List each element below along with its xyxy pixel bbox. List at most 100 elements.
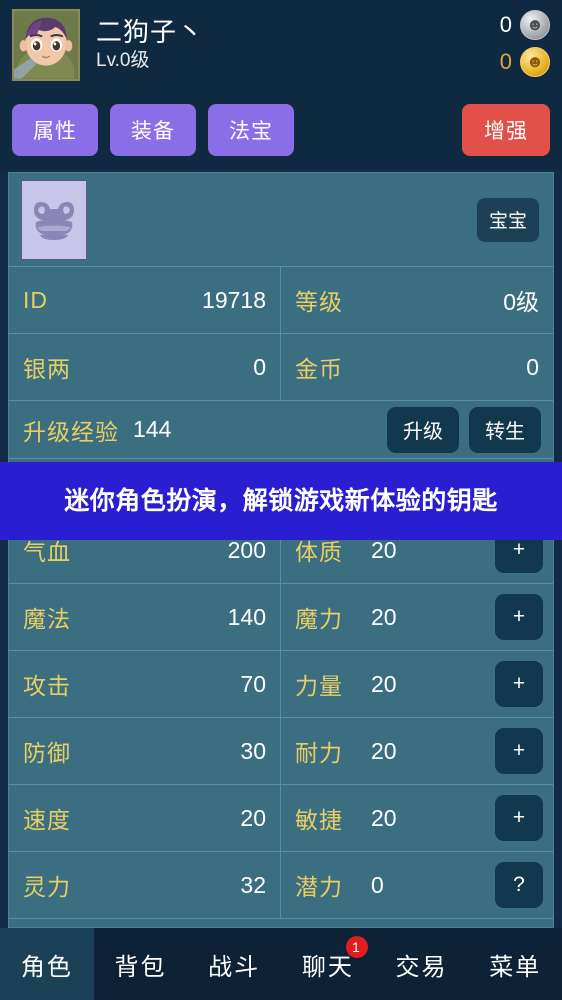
value-attack: 70 (240, 670, 266, 697)
table-row: 银两 0 金币 0 (9, 334, 553, 401)
nav-bag-label: 背包 (114, 953, 167, 981)
baby-button[interactable]: 宝宝 (477, 197, 539, 242)
value-spirit: 32 (240, 871, 266, 898)
enhance-button[interactable]: 增强 (462, 104, 550, 156)
nav-battle[interactable]: 战斗 (187, 928, 281, 1000)
tab-treasure[interactable]: 法宝 (208, 104, 294, 156)
cell-endurance: 耐力 20 + (281, 718, 553, 784)
value-hp: 200 (227, 536, 266, 563)
potential-help-button[interactable]: ? (495, 862, 543, 908)
table-row: 魔法 140 魔力 20 + (9, 584, 553, 651)
label-upgrade-exp: 升级经验 (23, 418, 119, 445)
table-row: ID 19718 等级 0级 (9, 267, 553, 334)
value-constitution: 20 (371, 536, 397, 563)
cell-silver: 银两 0 (9, 334, 281, 400)
currency-panel: 0 ☻ 0 ☻ (496, 8, 550, 78)
value-magic: 20 (371, 603, 397, 630)
label-potential: 潜力 (295, 874, 343, 900)
add-magic-button[interactable]: + (495, 594, 543, 640)
cell-strength: 力量 20 + (281, 651, 553, 717)
label-silver: 银两 (23, 356, 71, 382)
label-endurance: 耐力 (295, 740, 343, 766)
value-gold: 0 (526, 353, 539, 380)
cell-spirit: 灵力 32 (9, 852, 281, 918)
ad-banner-text: 迷你角色扮演，解锁游戏新体验的钥匙 (64, 486, 498, 515)
top-tab-bar: 属性 装备 法宝 增强 (0, 90, 562, 170)
nav-trade[interactable]: 交易 (375, 928, 469, 1000)
tab-equipment[interactable]: 装备 (110, 104, 196, 156)
nav-menu-label: 菜单 (489, 953, 542, 981)
add-endurance-button[interactable]: + (495, 728, 543, 774)
value-silver: 0 (253, 353, 266, 380)
silver-currency[interactable]: 0 ☻ (496, 8, 550, 41)
value-id: 19718 (202, 286, 266, 313)
label-defense: 防御 (23, 740, 71, 766)
nav-battle-label: 战斗 (208, 953, 261, 981)
attributes-panel: 宝宝 ID 19718 等级 0级 银两 0 金币 0 升级经验 144 升级 … (8, 172, 554, 928)
name-block: 二狗子丶 Lv.0级 (96, 17, 205, 72)
cell-speed: 速度 20 (9, 785, 281, 851)
header: 二狗子丶 Lv.0级 0 ☻ 0 ☻ (0, 0, 562, 90)
character-portrait-icon (14, 11, 78, 79)
pet-bar: 宝宝 (9, 173, 553, 267)
monster-face-glyph (34, 201, 74, 240)
chat-unread-badge: 1 (345, 936, 368, 958)
silver-value: 0 (499, 11, 512, 37)
cell-level: 等级 0级 (281, 267, 553, 333)
character-level: Lv.0级 (96, 50, 150, 72)
tab-attributes[interactable]: 属性 (12, 104, 98, 156)
avatar[interactable] (12, 9, 80, 81)
value-agility: 20 (371, 804, 397, 831)
value-strength: 20 (371, 670, 397, 697)
gold-coin-icon: ☻ (520, 46, 550, 77)
levelup-button[interactable]: 升级 (387, 406, 459, 453)
bottom-nav: 角色 背包 战斗 聊天 1 交易 菜单 (0, 928, 562, 1000)
game-screen: 二狗子丶 Lv.0级 0 ☻ 0 ☻ 属性 装备 法宝 增强 宝宝 ID 197… (0, 0, 562, 1000)
cell-defense: 防御 30 (9, 718, 281, 784)
rebirth-button[interactable]: 转生 (469, 406, 541, 453)
value-speed: 20 (240, 804, 266, 831)
value-level: 0级 (503, 289, 539, 315)
nav-character[interactable]: 角色 (0, 928, 94, 1000)
label-magic: 魔力 (295, 606, 343, 632)
nav-character-label: 角色 (20, 953, 73, 981)
label-gold: 金币 (295, 356, 343, 382)
value-upgrade-exp: 144 (133, 416, 172, 442)
nav-menu[interactable]: 菜单 (468, 928, 562, 1000)
label-mp: 魔法 (23, 606, 71, 632)
label-attack: 攻击 (23, 673, 71, 699)
exp-actions: 升级 转生 (387, 406, 541, 453)
silver-coin-icon: ☻ (520, 9, 550, 40)
label-id: ID (23, 286, 48, 313)
table-row: 速度 20 敏捷 20 + (9, 785, 553, 852)
ad-banner[interactable]: 迷你角色扮演，解锁游戏新体验的钥匙 (0, 462, 562, 540)
nav-chat[interactable]: 聊天 1 (281, 928, 375, 1000)
nav-trade-label: 交易 (395, 953, 448, 981)
nav-chat-label: 聊天 (301, 953, 354, 981)
label-strength: 力量 (295, 673, 343, 699)
label-level: 等级 (295, 289, 343, 315)
add-agility-button[interactable]: + (495, 795, 543, 841)
gold-currency[interactable]: 0 ☻ (496, 45, 550, 78)
table-row: 灵力 32 潜力 0 ? (9, 852, 553, 919)
value-potential: 0 (371, 871, 384, 898)
value-mp: 140 (227, 603, 266, 630)
cell-gold: 金币 0 (281, 334, 553, 400)
label-speed: 速度 (23, 807, 71, 833)
cell-id: ID 19718 (9, 267, 281, 333)
label-agility: 敏捷 (295, 807, 343, 833)
upgrade-exp-row: 升级经验 144 升级 转生 (9, 401, 553, 459)
cell-agility: 敏捷 20 + (281, 785, 553, 851)
add-strength-button[interactable]: + (495, 661, 543, 707)
cell-potential: 潜力 0 ? (281, 852, 553, 918)
cell-attack: 攻击 70 (9, 651, 281, 717)
stats-rows: ID 19718 等级 0级 银两 0 金币 0 升级经验 144 升级 转生 … (9, 267, 553, 919)
label-spirit: 灵力 (23, 874, 71, 900)
cell-magic: 魔力 20 + (281, 584, 553, 650)
cell-mp: 魔法 140 (9, 584, 281, 650)
table-row: 攻击 70 力量 20 + (9, 651, 553, 718)
nav-bag[interactable]: 背包 (94, 928, 188, 1000)
character-name: 二狗子丶 (96, 17, 205, 48)
table-row: 防御 30 耐力 20 + (9, 718, 553, 785)
monster-face-icon[interactable] (21, 179, 87, 260)
